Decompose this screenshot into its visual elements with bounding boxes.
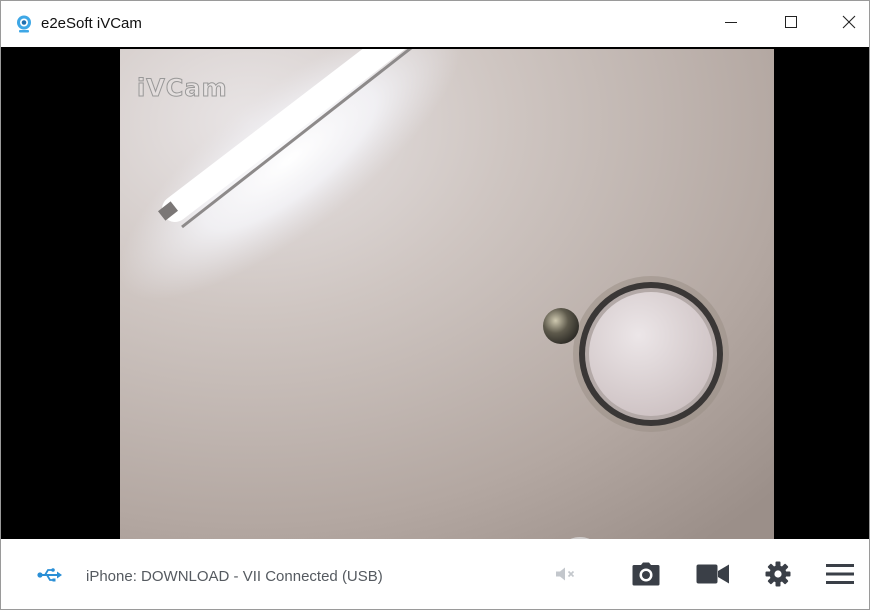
gear-icon: [765, 561, 791, 592]
title-bar[interactable]: e2eSoft iVCam: [1, 1, 869, 47]
close-button[interactable]: [819, 1, 869, 47]
status-bar: iPhone: DOWNLOAD - VII Connected (USB): [1, 539, 869, 609]
record-video-button[interactable]: [693, 559, 733, 593]
camera-icon: [632, 562, 660, 591]
hamburger-menu-icon: [826, 563, 854, 590]
minimize-button[interactable]: [701, 1, 761, 47]
minimize-icon: [724, 15, 738, 34]
maximize-button[interactable]: [761, 1, 821, 47]
video-camera-icon: [696, 563, 730, 590]
usb-icon: [37, 567, 63, 583]
settings-button[interactable]: [761, 559, 795, 593]
video-preview-area: iVCam uantrimang: [1, 47, 869, 586]
close-icon: [842, 15, 856, 34]
connection-status: iPhone: DOWNLOAD - VII Connected (USB): [86, 568, 383, 585]
camera-feed: iVCam: [120, 49, 774, 539]
webcam-icon: [15, 15, 33, 33]
ivcam-overlay-text: iVCam: [137, 74, 228, 103]
ivcam-window: e2eSoft iVCam iVCam iPhone: DOWNLOAD - V…: [0, 0, 870, 610]
window-title: e2eSoft iVCam: [41, 15, 142, 32]
maximize-icon: [784, 15, 798, 34]
take-photo-button[interactable]: [629, 559, 663, 593]
mute-button[interactable]: [551, 559, 581, 593]
speaker-muted-icon: [555, 566, 577, 587]
main-menu-button[interactable]: [823, 559, 857, 593]
